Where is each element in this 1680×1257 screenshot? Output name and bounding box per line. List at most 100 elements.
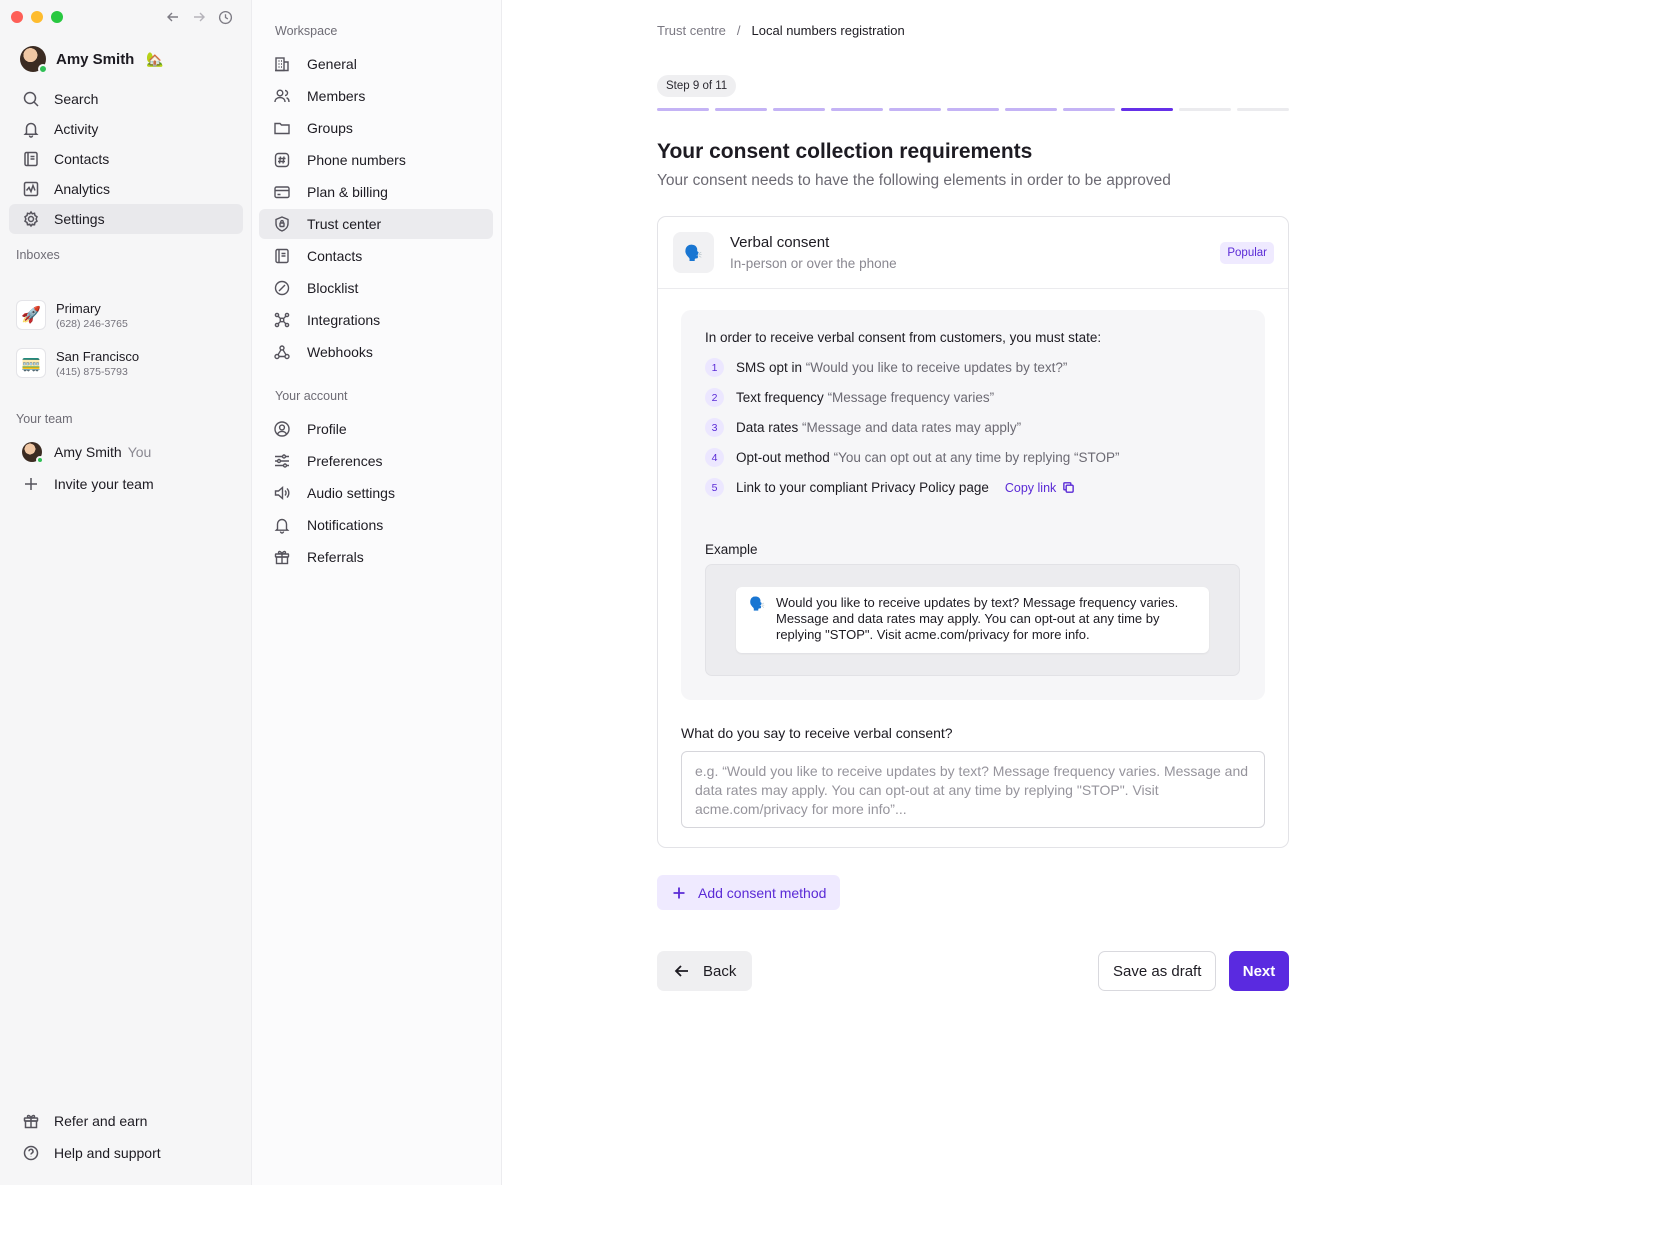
nav-analytics[interactable]: Analytics	[9, 174, 243, 204]
requirement-label: Data rates	[736, 420, 799, 435]
settings-item-notifications[interactable]: Notifications	[259, 510, 493, 540]
window-controls	[11, 11, 63, 23]
progress-segment	[1121, 108, 1173, 111]
inbox-name: Primary	[56, 300, 101, 316]
inbox-number: (628) 246-3765	[56, 317, 128, 330]
search-icon	[23, 91, 39, 107]
avatar	[22, 442, 44, 464]
requirement-label: Opt-out method	[736, 450, 830, 465]
team-member-amy[interactable]: Amy Smith You	[9, 437, 243, 467]
requirement-quote: “Message frequency varies”	[827, 390, 995, 405]
requirement-number: 4	[705, 448, 724, 467]
invite-team-button[interactable]: Invite your team	[9, 469, 243, 499]
inboxes-section-title: Inboxes	[16, 248, 60, 262]
settings-item-plan-billing[interactable]: Plan & billing	[259, 177, 493, 207]
requirement-label: Text frequency	[736, 390, 824, 405]
copy-link-button[interactable]: Copy link	[1005, 481, 1075, 495]
inbox-item-san-francisco[interactable]: 🚃 San Francisco (415) 875-5793	[16, 348, 139, 378]
settings-item-preferences[interactable]: Preferences	[259, 446, 493, 476]
progress-segment	[1005, 108, 1057, 111]
inbox-name: San Francisco	[56, 348, 140, 364]
settings-item-audio-settings[interactable]: Audio settings	[259, 478, 493, 508]
speaker-icon	[274, 485, 290, 501]
settings-item-label: Audio settings	[307, 485, 395, 501]
settings-item-label: Phone numbers	[307, 152, 406, 168]
next-button[interactable]: Next	[1229, 951, 1289, 991]
requirement-quote: “Message and data rates may apply”	[802, 420, 1022, 435]
copy-link-label: Copy link	[1004, 480, 1057, 495]
nav-search[interactable]: Search	[9, 84, 243, 114]
users-icon	[274, 89, 290, 103]
settings-item-members[interactable]: Members	[259, 81, 493, 111]
webhook-icon	[274, 345, 290, 360]
requirement-number: 1	[705, 358, 724, 377]
breadcrumb: Trust centre / Local numbers registratio…	[657, 23, 905, 38]
save-as-draft-button[interactable]: Save as draft	[1098, 951, 1217, 991]
consent-method-header[interactable]: 🗣️ Verbal consent In-person or over the …	[658, 217, 1288, 289]
contacts-book-icon	[275, 248, 289, 264]
inbox-item-primary[interactable]: 🚀 Primary (628) 246-3765	[16, 300, 128, 330]
user-profile[interactable]: Amy Smith 🏡	[20, 46, 164, 74]
nav-contacts[interactable]: Contacts	[9, 144, 243, 174]
settings-item-contacts[interactable]: Contacts	[259, 241, 493, 271]
refer-and-earn-link[interactable]: Refer and earn	[9, 1106, 243, 1136]
progress-segment	[1063, 108, 1115, 111]
arrow-left-icon	[674, 965, 688, 977]
tram-icon: 🚃	[16, 348, 46, 378]
settings-item-label: Plan & billing	[307, 184, 388, 200]
progress-segment	[947, 108, 999, 111]
settings-item-general[interactable]: General	[259, 49, 493, 79]
breadcrumb-current: Local numbers registration	[751, 23, 905, 38]
settings-item-phone-numbers[interactable]: Phone numbers	[259, 145, 493, 175]
invite-team-label: Invite your team	[54, 476, 154, 492]
settings-item-label: Notifications	[307, 517, 384, 533]
building-icon	[275, 57, 289, 72]
settings-item-blocklist[interactable]: Blocklist	[259, 273, 493, 303]
settings-item-label: Webhooks	[307, 344, 373, 360]
history-controls	[164, 8, 234, 26]
page-title: Your consent collection requirements	[657, 140, 1033, 163]
team-member-you-tag: You	[127, 444, 152, 460]
settings-item-label: Members	[307, 88, 366, 104]
settings-item-groups[interactable]: Groups	[259, 113, 493, 143]
back-arrow-icon[interactable]	[164, 8, 182, 26]
settings-item-integrations[interactable]: Integrations	[259, 305, 493, 335]
settings-item-webhooks[interactable]: Webhooks	[259, 337, 493, 367]
zoom-window-button[interactable]	[51, 11, 63, 23]
settings-item-label: Referrals	[307, 549, 364, 565]
sliders-icon	[275, 454, 289, 468]
user-circle-icon	[274, 421, 290, 437]
close-window-button[interactable]	[11, 11, 23, 23]
back-button[interactable]: Back	[657, 951, 753, 991]
nav-activity[interactable]: Activity	[9, 114, 243, 144]
history-clock-icon[interactable]	[216, 8, 234, 26]
verbal-consent-script-input[interactable]: e.g. “Would you like to receive updates …	[681, 751, 1265, 828]
breadcrumb-trust-centre[interactable]: Trust centre	[657, 23, 726, 38]
add-consent-method-button[interactable]: Add consent method	[657, 875, 841, 910]
settings-item-trust-center[interactable]: Trust center	[259, 209, 493, 239]
minimize-window-button[interactable]	[31, 11, 43, 23]
settings-item-referrals[interactable]: Referrals	[259, 542, 493, 572]
bell-icon	[274, 518, 290, 534]
settings-item-profile[interactable]: Profile	[259, 414, 493, 444]
progress-segment	[715, 108, 767, 111]
online-status-dot	[36, 456, 44, 464]
requirement-quote: “Would you like to receive updates by te…	[805, 360, 1068, 375]
integrations-icon	[274, 312, 290, 328]
help-and-support-link[interactable]: Help and support	[9, 1138, 243, 1168]
folder-icon	[274, 122, 290, 135]
forward-arrow-icon[interactable]	[190, 8, 208, 26]
primary-sidebar: Amy Smith 🏡 Search Activity Contacts Ana…	[0, 0, 252, 1185]
settings-item-label: Trust center	[307, 216, 382, 232]
requirement-number: 2	[705, 388, 724, 407]
speaking-head-icon: 🗣️	[749, 596, 766, 611]
hash-icon	[274, 152, 290, 168]
requirement-item: 1 SMS opt in “Would you like to receive …	[705, 358, 1067, 377]
requirement-label: SMS opt in	[736, 360, 803, 375]
block-icon	[274, 280, 290, 296]
requirement-quote: “You can opt out at any time by replying…	[833, 450, 1120, 465]
nav-settings[interactable]: Settings	[9, 204, 243, 234]
add-consent-method-label: Add consent method	[698, 884, 827, 901]
requirement-item: 5 Link to your compliant Privacy Policy …	[705, 478, 1075, 497]
gear-icon	[24, 210, 38, 228]
